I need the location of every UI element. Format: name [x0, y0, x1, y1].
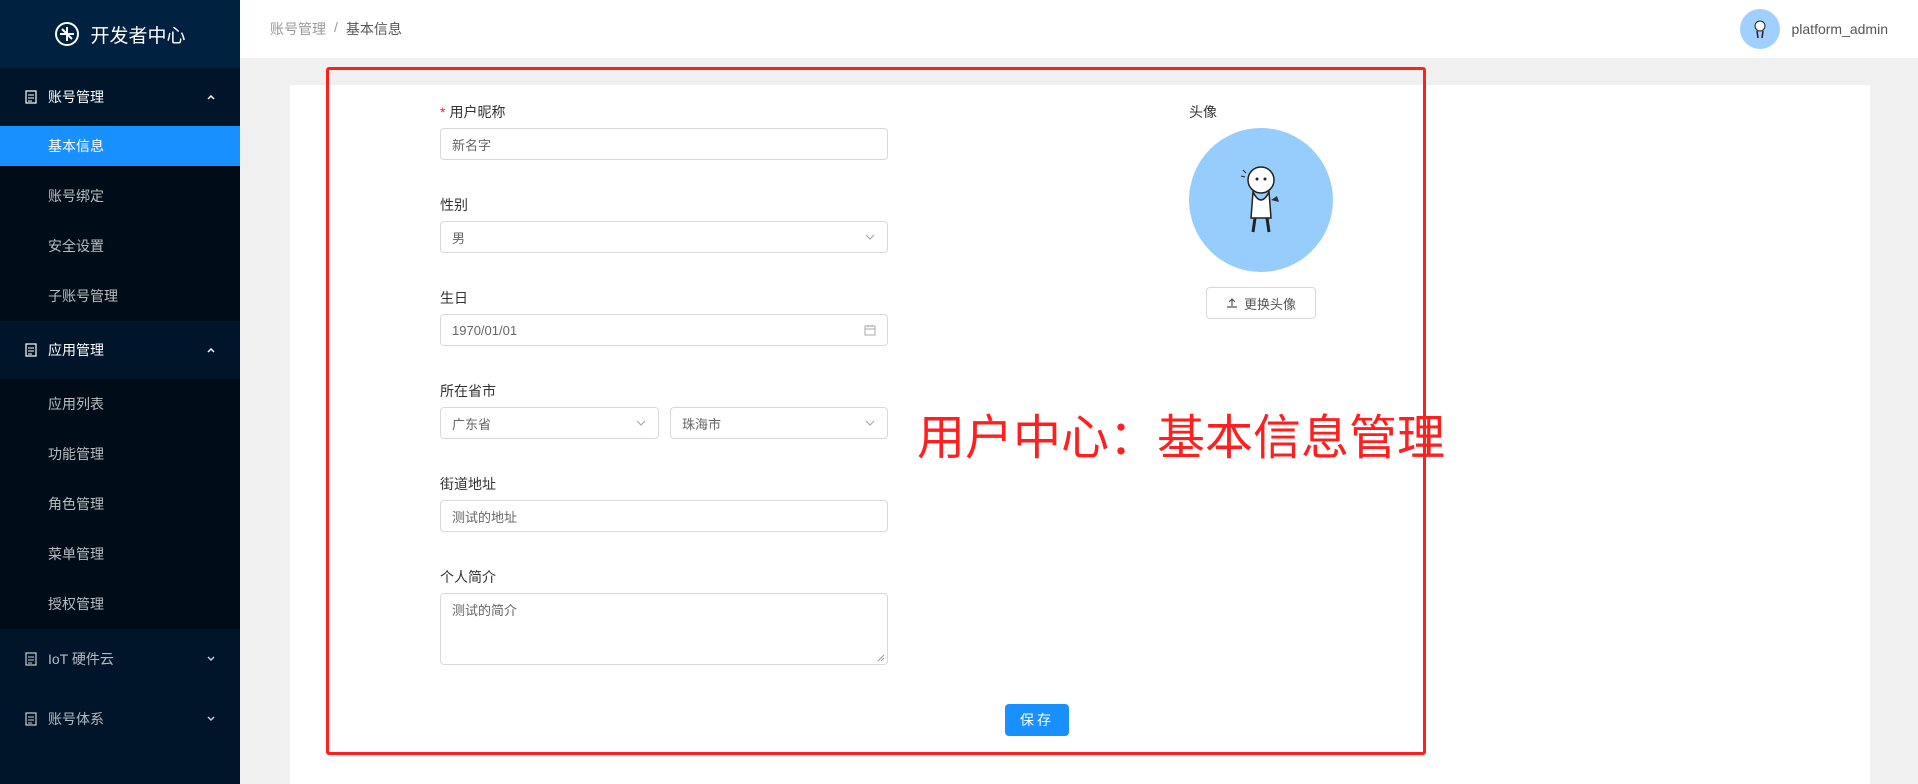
sidebar-group-iot[interactable]: IoT 硬件云	[0, 629, 240, 689]
bio-label: 个人简介	[440, 569, 496, 585]
sidebar-group-label: 账号体系	[48, 711, 104, 727]
region-field: 所在省市 广东省 珠海市	[440, 381, 888, 439]
sidebar-group-label: 应用管理	[48, 342, 104, 358]
sidebar-item-app-list[interactable]: 应用列表	[0, 379, 240, 429]
breadcrumb: 账号管理 / 基本信息	[270, 19, 402, 39]
sidebar-item-roles[interactable]: 角色管理	[0, 479, 240, 529]
sidebar-item-menus[interactable]: 菜单管理	[0, 529, 240, 579]
breadcrumb-item[interactable]: 账号管理	[270, 19, 326, 39]
save-button[interactable]: 保存	[1005, 704, 1069, 736]
chevron-down-icon	[636, 420, 646, 426]
sidebar-item-features[interactable]: 功能管理	[0, 429, 240, 479]
sidebar-group-apps[interactable]: 应用管理	[0, 321, 240, 379]
chevron-down-icon	[207, 656, 215, 662]
birthday-field: 生日 1970/01/01	[440, 288, 888, 346]
street-label: 街道地址	[440, 476, 496, 492]
app-logo[interactable]: 开发者中心	[0, 0, 240, 68]
gender-field: 性别 男	[440, 195, 888, 253]
gender-value: 男	[452, 230, 466, 246]
province-select[interactable]: 广东省	[440, 407, 659, 439]
logo-icon	[55, 22, 80, 46]
chevron-up-icon	[207, 94, 215, 100]
sidebar-item-account-binding[interactable]: 账号绑定	[0, 171, 240, 221]
document-icon	[25, 90, 37, 104]
submenu-apps: 应用列表 功能管理 角色管理 菜单管理 授权管理	[0, 379, 240, 629]
province-value: 广东省	[452, 416, 492, 432]
sidebar-item-security[interactable]: 安全设置	[0, 221, 240, 271]
city-value: 珠海市	[682, 416, 722, 432]
sidebar-group-label: 账号管理	[48, 89, 104, 105]
submenu-account: 基本信息 账号绑定 安全设置 子账号管理	[0, 126, 240, 321]
sidebar-group-account-system[interactable]: 账号体系	[0, 689, 240, 749]
gender-select[interactable]: 男	[440, 221, 888, 253]
top-header: 账号管理 / 基本信息 platform_admin	[240, 0, 1918, 58]
cartoon-avatar-icon	[1240, 166, 1279, 233]
sidebar-item-authorization[interactable]: 授权管理	[0, 579, 240, 629]
chevron-down-icon	[207, 716, 215, 722]
required-mark: *	[440, 104, 446, 120]
street-field: 街道地址 测试的地址	[440, 474, 888, 532]
upload-icon	[1226, 298, 1237, 308]
avatar-preview	[1189, 128, 1333, 272]
breadcrumb-separator: /	[334, 19, 338, 35]
birthday-label: 生日	[440, 290, 468, 306]
change-avatar-label: 更换头像	[1243, 296, 1296, 312]
document-icon	[25, 343, 37, 357]
birthday-value: 1970/01/01	[452, 322, 518, 338]
avatar[interactable]	[1739, 9, 1780, 49]
sidebar: 开发者中心 账号管理 基本信息 账号绑定 安全设置 子账号管理 应用管理 应用列…	[0, 0, 240, 784]
chevron-up-icon	[207, 347, 215, 353]
avatar-section: 头像	[1189, 102, 1333, 272]
chevron-down-icon	[865, 234, 875, 240]
sidebar-group-account[interactable]: 账号管理	[0, 68, 240, 126]
bio-field: 个人简介 测试的简介	[440, 567, 888, 665]
street-input[interactable]: 测试的地址	[440, 500, 888, 532]
nickname-label: * 用户昵称	[440, 104, 506, 120]
breadcrumb-current: 基本信息	[345, 21, 402, 37]
app-title: 开发者中心	[90, 25, 186, 47]
sidebar-item-basic-info[interactable]: 基本信息	[0, 126, 240, 166]
nickname-input[interactable]: 新名字	[440, 128, 888, 160]
sidebar-item-subaccounts[interactable]: 子账号管理	[0, 271, 240, 321]
annotation-text: 用户中心：基本信息管理	[917, 410, 1446, 466]
gender-label: 性别	[440, 197, 468, 213]
user-menu[interactable]: platform_admin	[1739, 9, 1889, 49]
nickname-field: * 用户昵称 新名字	[440, 102, 888, 160]
cartoon-avatar-icon	[1754, 20, 1765, 39]
avatar-label: 头像	[1189, 104, 1217, 120]
region-label: 所在省市	[440, 383, 496, 399]
document-icon	[25, 652, 37, 666]
change-avatar-button[interactable]: 更换头像	[1206, 287, 1316, 319]
chevron-down-icon	[865, 420, 875, 426]
city-select[interactable]: 珠海市	[670, 407, 888, 439]
document-icon	[25, 712, 37, 726]
sidebar-group-label: IoT 硬件云	[48, 651, 114, 667]
resize-grip-icon[interactable]	[875, 652, 885, 662]
bio-textarea[interactable]: 测试的简介	[440, 593, 888, 665]
birthday-picker[interactable]: 1970/01/01	[440, 314, 888, 346]
calendar-icon	[864, 325, 876, 336]
username: platform_admin	[1791, 21, 1889, 37]
